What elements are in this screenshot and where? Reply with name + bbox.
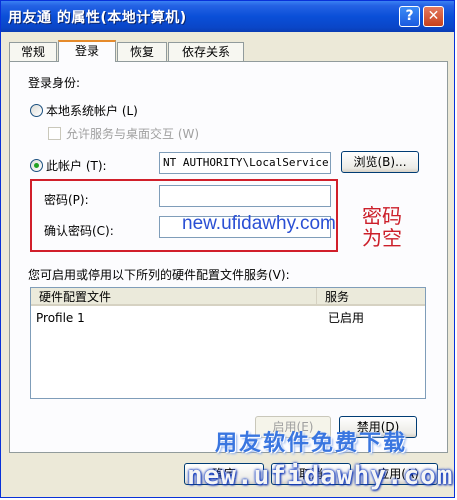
hardware-description: 您可启用或停用以下所列的硬件配置文件服务(V): bbox=[28, 268, 290, 282]
account-input[interactable]: NT AUTHORITY\LocalService bbox=[159, 152, 331, 174]
password-input[interactable] bbox=[159, 185, 331, 207]
tab-general[interactable]: 常规 bbox=[9, 42, 57, 61]
properties-dialog: 用友通 的属性(本地计算机) ? ✕ 常规 登录 恢复 依存关系 登录身份: 本… bbox=[0, 0, 455, 498]
local-system-radio[interactable] bbox=[30, 104, 43, 117]
tab-logon[interactable]: 登录 bbox=[58, 40, 116, 62]
password-label: 密码(P): bbox=[44, 193, 89, 207]
tab-dependencies[interactable]: 依存关系 bbox=[168, 42, 244, 61]
watermark-text: new.ufidawhy.com bbox=[182, 213, 336, 234]
desktop-interact-checkbox[interactable] bbox=[48, 127, 61, 140]
annotation-note-line1: 密码 bbox=[362, 204, 402, 228]
annotation-note-line2: 为空 bbox=[362, 226, 402, 250]
hardware-profile-list[interactable]: 硬件配置文件 服务 Profile 1 已启用 bbox=[30, 287, 426, 399]
brand-watermark-url: new.ufidawhy.com bbox=[187, 461, 454, 491]
desktop-interact-label: 允许服务与桌面交互 (W) bbox=[66, 127, 200, 141]
row-profile-cell[interactable]: Profile 1 bbox=[36, 310, 85, 326]
this-account-radio[interactable] bbox=[30, 159, 43, 172]
title-bar[interactable]: 用友通 的属性(本地计算机) ? ✕ bbox=[1, 1, 454, 32]
close-button[interactable]: ✕ bbox=[423, 6, 444, 27]
this-account-label: 此帐户 (T): bbox=[46, 159, 107, 173]
row-service-cell[interactable]: 已启用 bbox=[328, 310, 364, 326]
browse-button[interactable]: 浏览(B)... bbox=[341, 151, 419, 173]
logon-as-label: 登录身份: bbox=[28, 76, 81, 90]
brand-watermark-text: 用友软件免费下载 bbox=[215, 431, 408, 456]
help-button[interactable]: ? bbox=[399, 6, 420, 27]
column-header-service[interactable]: 服务 bbox=[317, 288, 425, 306]
local-system-label: 本地系统帐户 (L) bbox=[46, 104, 138, 118]
confirm-password-label: 确认密码(C): bbox=[44, 224, 114, 238]
column-header-profile[interactable]: 硬件配置文件 bbox=[31, 288, 317, 306]
window-title: 用友通 的属性(本地计算机) bbox=[8, 10, 187, 26]
tab-recovery[interactable]: 恢复 bbox=[117, 42, 167, 61]
